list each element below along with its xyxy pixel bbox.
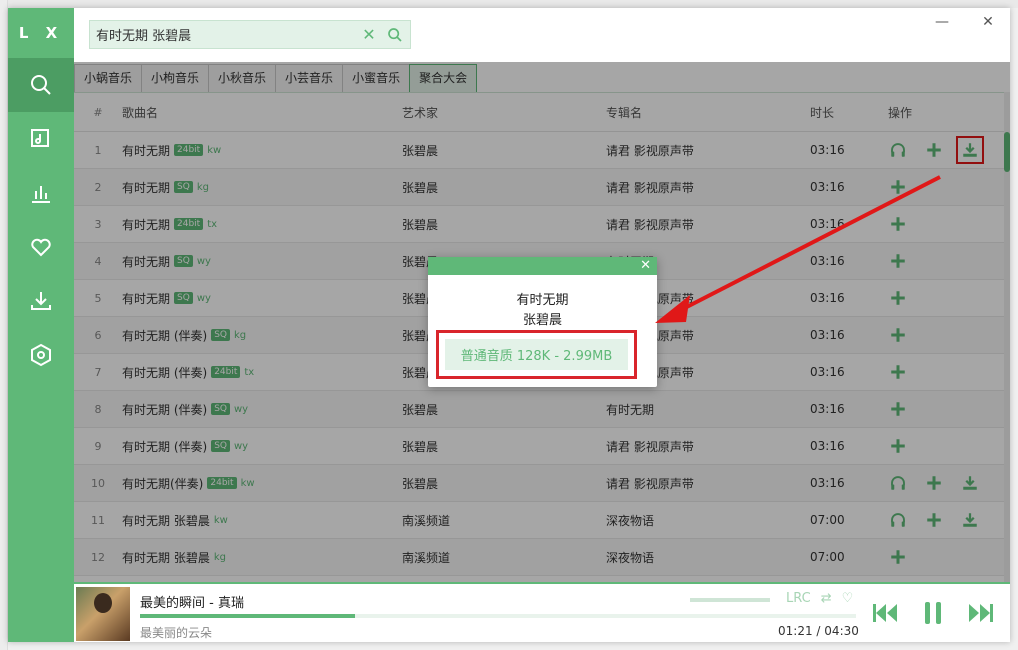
close-button[interactable]: ✕ [978,14,998,34]
next-icon[interactable] [966,598,996,628]
comment-icon[interactable]: ♡ [842,591,854,606]
dialog-close-button[interactable]: ✕ [640,257,651,275]
player-tools: LRC ⇄ ♡ [786,591,853,606]
search-button[interactable] [380,27,410,43]
player-title: 最美的瞬间 - 真瑞 [140,596,244,611]
desktop-left-strip [0,0,8,650]
quality-option-button[interactable]: 普通音质 128K - 2.99MB [445,339,628,370]
topbar: 有时无期 张碧晨 ✕ — ✕ [74,8,1010,62]
minimize-button[interactable]: — [932,14,952,34]
playback-controls [870,598,996,628]
settings-icon [31,343,51,367]
dialog-titlebar: ✕ [428,257,657,275]
nav-settings[interactable] [8,328,74,382]
desktop-background [0,0,1018,8]
app-logo: L X [18,24,64,42]
download-icon [31,292,51,310]
current-time: 01:21 [778,624,813,638]
search-icon [31,75,51,95]
nav-leaderboard[interactable] [8,166,74,220]
search-input[interactable]: 有时无期 张碧晨 [90,25,358,44]
nav-songlist[interactable] [8,112,74,166]
nav-search[interactable] [8,58,74,112]
quality-option-highlight: 普通音质 128K - 2.99MB [436,330,637,379]
volume-slider[interactable] [690,598,770,602]
total-time: 04:30 [824,624,859,638]
pause-icon[interactable] [918,598,948,628]
nav-favorites[interactable] [8,220,74,274]
heart-icon [31,238,51,257]
progress-bar[interactable] [140,614,856,618]
dialog-song-artist: 张碧晨 [522,313,562,328]
dialog-song-title: 有时无期 [516,293,569,308]
player-subtitle: 最美丽的云朵 [140,626,213,640]
download-dialog: ✕ 有时无期 张碧晨 普通音质 128K - 2.99MB [428,257,657,387]
repeat-icon[interactable]: ⇄ [821,591,832,606]
sidebar: L X [8,8,74,642]
lyrics-icon[interactable]: LRC [786,591,811,606]
progress-fill [140,614,355,618]
previous-icon[interactable] [870,598,900,628]
album-cover[interactable] [76,587,130,641]
player-time: 01:21 / 04:30 [778,624,859,638]
clear-icon[interactable]: ✕ [358,25,380,44]
search-box[interactable]: 有时无期 张碧晨 ✕ [89,20,411,49]
chart-icon [32,186,50,203]
search-icon [388,27,402,42]
time-separator: / [816,624,821,638]
nav-download[interactable] [8,274,74,328]
music-list-icon [31,129,49,147]
player-bar: 最美的瞬间 - 真瑞 最美丽的云朵 LRC ⇄ ♡ 01:21 / 04:30 [74,582,1010,642]
